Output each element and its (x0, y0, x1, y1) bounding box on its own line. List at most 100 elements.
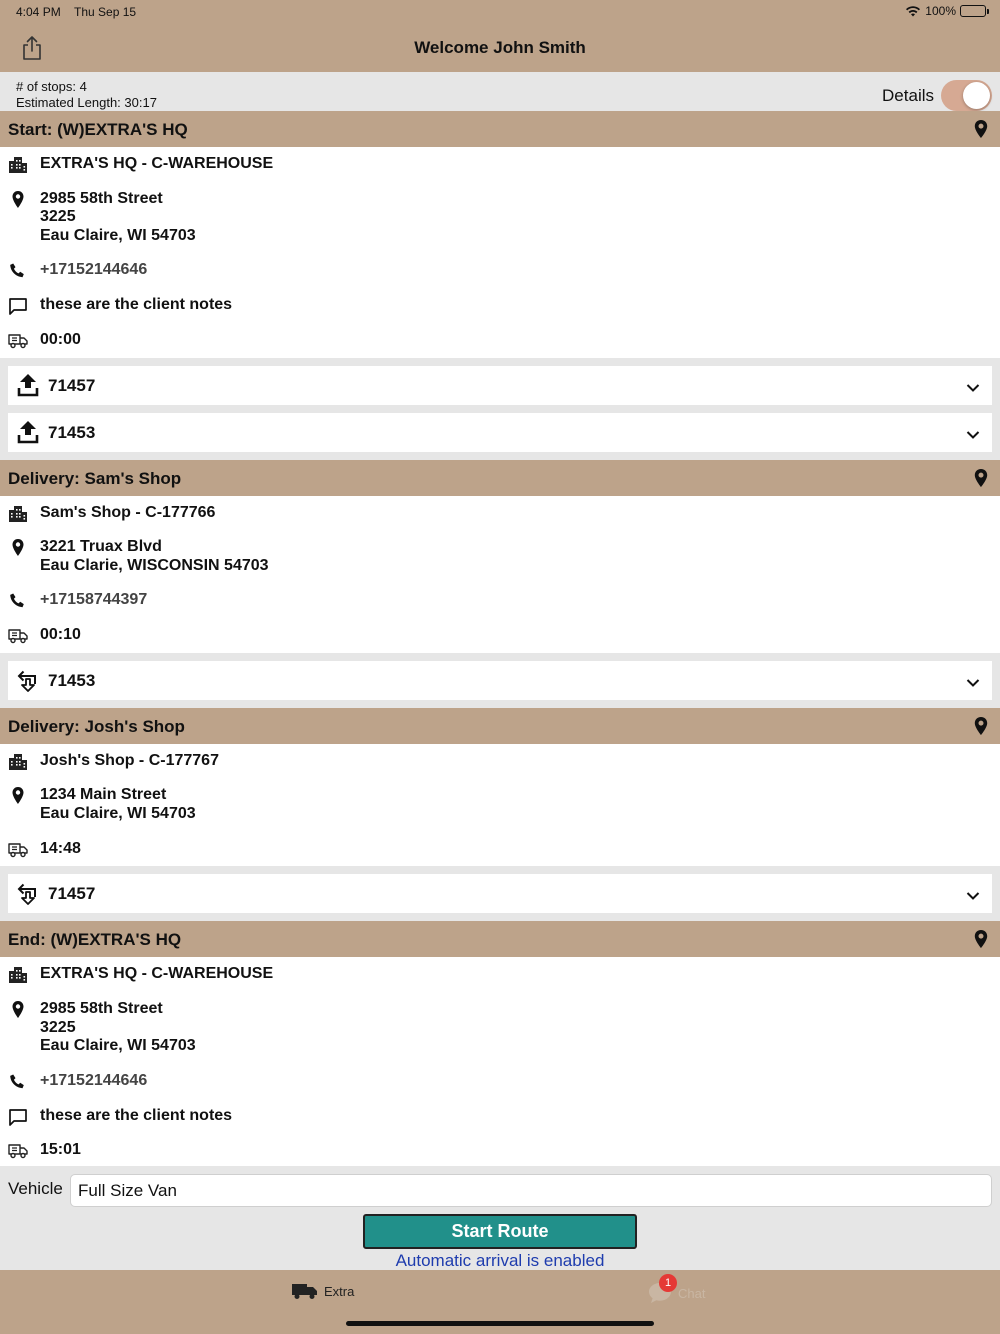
status-bar: 4:04 PM Thu Sep 15 100% (0, 0, 1000, 24)
phone-icon (8, 1073, 28, 1091)
order-number: 71453 (48, 670, 96, 690)
stop-title: Start: (W)EXTRA'S HQ (8, 120, 188, 139)
phone-row[interactable]: +17152144646 (0, 253, 1000, 288)
address-line: 3225 (40, 208, 76, 226)
divider (0, 866, 1000, 875)
order-number: 71453 (48, 422, 96, 442)
delivery-truck-icon (8, 1142, 28, 1160)
truck-icon (292, 1284, 317, 1299)
battery-percent: 100% (925, 4, 956, 18)
time-row: 00:10 (0, 618, 1000, 653)
location-pin-icon (8, 1001, 28, 1019)
bottom-panel: Vehicle Start Route Automatic arrival is… (0, 1166, 1000, 1270)
map-pin-icon[interactable] (974, 468, 988, 487)
time-row: 14:48 (0, 832, 1000, 867)
stop-header[interactable]: Delivery: Josh's Shop (0, 707, 1000, 744)
phone-number: +17152144646 (40, 261, 148, 279)
building-icon (8, 753, 28, 771)
order-row[interactable]: 71453 (8, 660, 992, 700)
map-pin-icon[interactable] (974, 120, 988, 138)
tab-extra[interactable]: Extra (292, 1282, 354, 1300)
stops-list[interactable]: Start: (W)EXTRA'S HQ EXTRA'S HQ - C-WAREH… (0, 111, 1000, 1166)
address-row: 2985 58th Street 3225 Eau Claire, WI 54703 (0, 182, 1000, 254)
location-pin-icon (8, 190, 28, 209)
location-row: EXTRA'S HQ - C-WAREHOUSE (0, 957, 1000, 992)
stop-time: 15:01 (40, 1141, 81, 1159)
details-label: Details (882, 86, 934, 105)
notes-icon (8, 1108, 28, 1126)
vehicle-label: Vehicle (8, 1179, 63, 1198)
address-row: 3221 Truax Blvd Eau Clarie, WISCONSIN 547… (0, 530, 1000, 583)
address-line: Eau Claire, WI 54703 (40, 805, 196, 823)
address-line: 1234 Main Street (40, 786, 167, 804)
chevron-down-icon[interactable] (966, 427, 980, 439)
stops-count: # of stops: 4 (16, 79, 87, 94)
orders-list: 71457 (0, 874, 1000, 914)
stop-title: End: (W)EXTRA'S HQ (8, 930, 182, 950)
building-icon (8, 505, 28, 523)
delivery-truck-icon (8, 841, 28, 859)
estimated-length: Estimated Length: 30:17 (16, 95, 157, 110)
stop-details: EXTRA'S HQ - C-WAREHOUSE 2985 58th Street… (0, 957, 1000, 1166)
order-row[interactable]: 71457 (8, 874, 992, 914)
delivery-icon (17, 881, 39, 906)
chevron-down-icon[interactable] (966, 380, 980, 392)
stop-header[interactable]: Start: (W)EXTRA'S HQ (0, 111, 1000, 147)
start-route-button[interactable]: Start Route (363, 1214, 637, 1249)
stop-header[interactable]: End: (W)EXTRA'S HQ (0, 921, 1000, 958)
auto-arrival-text: Automatic arrival is enabled (395, 1251, 605, 1270)
delivery-truck-icon (8, 332, 28, 350)
home-indicator (346, 1321, 654, 1326)
order-row[interactable]: 71457 (8, 365, 992, 405)
stop-time: 00:00 (40, 330, 81, 348)
order-number: 71457 (48, 375, 96, 395)
location-row: Sam's Shop - C-177766 (0, 496, 1000, 531)
address-line: Eau Claire, WI 54703 (40, 226, 196, 244)
delivery-icon (17, 668, 39, 692)
chevron-down-icon[interactable] (966, 675, 980, 687)
status-date: Thu Sep 15 (74, 5, 137, 19)
building-icon (8, 156, 28, 174)
stop-time: 14:48 (40, 839, 81, 857)
time-row: 00:00 (0, 323, 1000, 358)
client-notes: these are the client notes (40, 1106, 233, 1124)
address-line: 3225 (40, 1018, 76, 1036)
phone-number: +17158744397 (40, 591, 148, 609)
location-row: EXTRA'S HQ - C-WAREHOUSE (0, 147, 1000, 182)
location-pin-icon (8, 787, 28, 805)
page-title: Welcome John Smith (414, 38, 586, 57)
battery-icon (960, 5, 989, 17)
vehicle-field[interactable] (70, 1174, 992, 1207)
notes-row: these are the client notes (0, 288, 1000, 323)
phone-row[interactable]: +17158744397 (0, 583, 1000, 618)
stop-header[interactable]: Delivery: Sam's Shop (0, 459, 1000, 496)
orders-list: 71453 (0, 660, 1000, 700)
phone-row[interactable]: +17152144646 (0, 1064, 1000, 1099)
delivery-truck-icon (8, 627, 28, 645)
address-row: 2985 58th Street 3225 Eau Claire, WI 54703 (0, 992, 1000, 1064)
nav-bar: Welcome John Smith (0, 24, 1000, 72)
pickup-icon (17, 420, 39, 444)
phone-icon (8, 592, 28, 610)
tab-chat[interactable]: Chat (648, 1282, 705, 1304)
order-number: 71457 (48, 884, 96, 904)
stop-title: Delivery: Sam's Shop (8, 468, 182, 488)
status-right: 100% (905, 4, 989, 18)
stop-title: Delivery: Josh's Shop (8, 716, 185, 736)
tab-chat-label: Chat (678, 1285, 706, 1301)
map-pin-icon[interactable] (974, 930, 988, 949)
status-time: 4:04 PM (16, 5, 61, 19)
orders-list: 71457 71453 (0, 365, 1000, 452)
phone-icon (8, 262, 28, 280)
wifi-icon (906, 6, 921, 17)
chevron-down-icon[interactable] (966, 888, 980, 901)
stop-details: EXTRA'S HQ - C-WAREHOUSE 2985 58th Street… (0, 147, 1000, 358)
order-row[interactable]: 71453 (8, 412, 992, 452)
time-row: 15:01 (0, 1133, 1000, 1166)
map-pin-icon[interactable] (974, 716, 988, 735)
location-row: Josh's Shop - C-177767 (0, 744, 1000, 779)
details-toggle[interactable] (941, 80, 992, 111)
stop-details: Josh's Shop - C-177767 1234 Main Street Ea… (0, 743, 1000, 867)
address-line: Eau Clarie, WISCONSIN 54703 (40, 556, 269, 574)
address-line: 2985 58th Street (40, 1000, 163, 1018)
